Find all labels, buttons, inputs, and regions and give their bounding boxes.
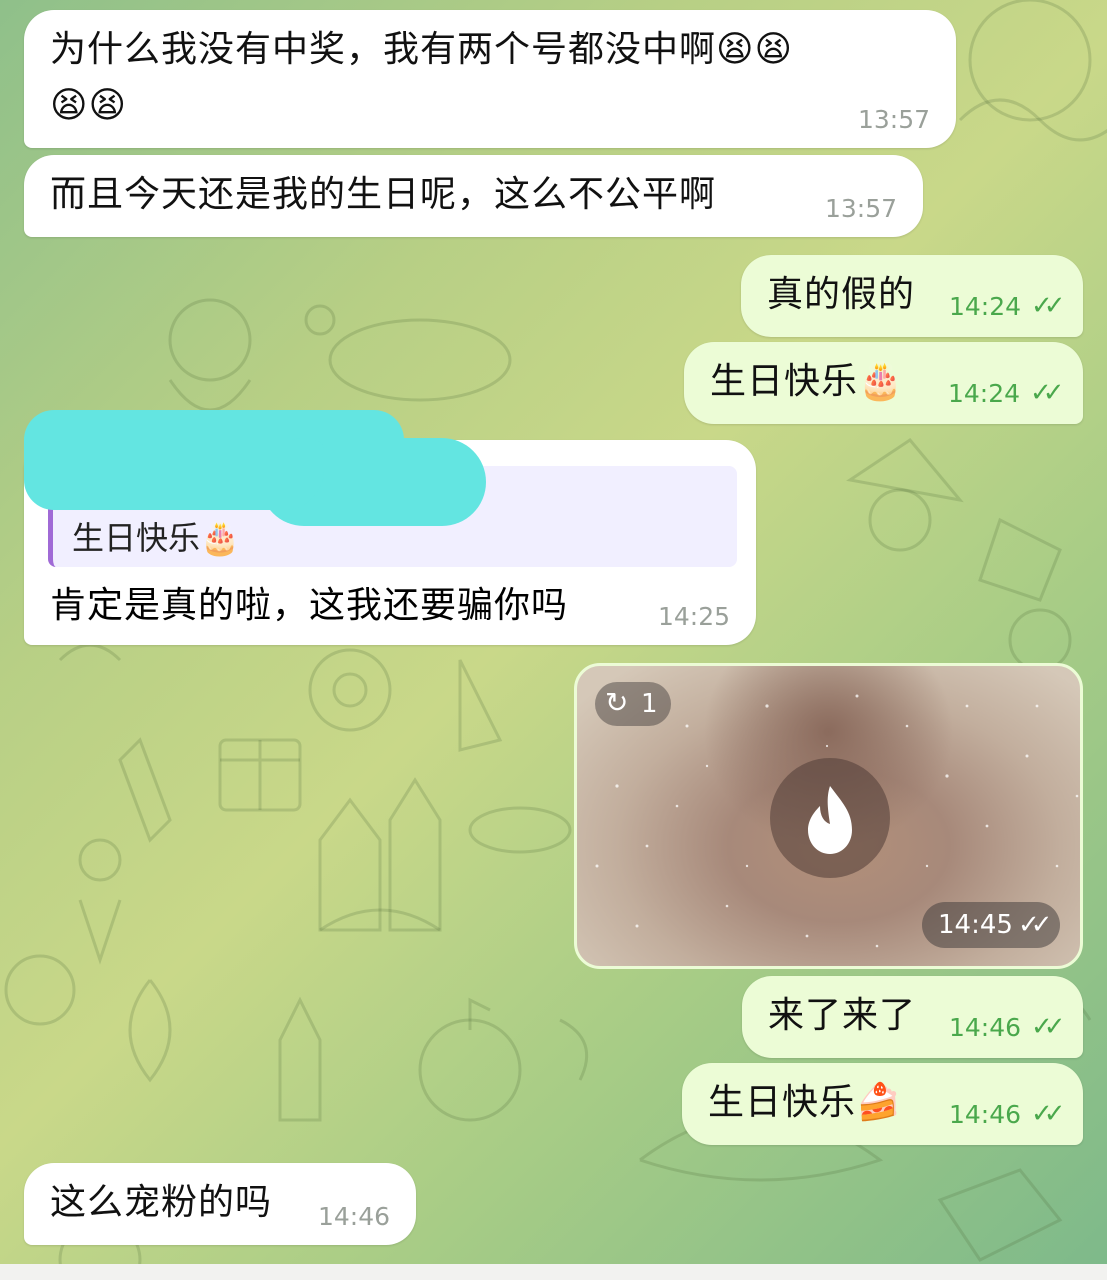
outgoing-message[interactable]: 来了来了 14:46 ✓✓ xyxy=(742,976,1083,1058)
incoming-message[interactable]: 为什么我没有中奖，我有两个号都没中啊😫😫 😫😫 13:57 xyxy=(24,10,956,148)
message-time: 14:46 xyxy=(949,1100,1022,1129)
bottom-edge xyxy=(0,1264,1107,1280)
message-text: 真的假的 xyxy=(767,274,916,315)
play-button[interactable] xyxy=(770,758,890,878)
double-check-icon: ✓✓ xyxy=(1031,291,1065,321)
replay-icon: ↻ xyxy=(605,686,629,719)
message-time: 14:24 xyxy=(949,292,1022,321)
message-text: 肯定是真的啦，这我还要骗你吗 xyxy=(50,585,569,626)
message-text: 而且今天还是我的生日呢，这么不公平啊 xyxy=(50,174,717,215)
message-time: 13:57 xyxy=(857,105,930,134)
fire-icon xyxy=(808,786,852,854)
reply-quote-text: 生日快乐🎂 xyxy=(72,519,240,557)
message-text: 这么宠粉的吗 xyxy=(50,1182,273,1223)
incoming-message[interactable]: 而且今天还是我的生日呢，这么不公平啊 13:57 xyxy=(24,155,923,237)
redacted-sender-name xyxy=(24,440,324,510)
video-message[interactable]: ↻ 1 14:45 ✓✓ xyxy=(574,663,1083,969)
message-time: 13:57 xyxy=(824,194,897,223)
double-check-icon: ✓✓ xyxy=(1030,378,1064,408)
message-time: 14:25 xyxy=(657,602,730,631)
message-text: 😫😫 xyxy=(50,85,128,126)
outgoing-message[interactable]: 真的假的 14:24 ✓✓ xyxy=(741,255,1083,337)
double-check-icon: ✓✓ xyxy=(1018,910,1052,940)
double-check-icon: ✓✓ xyxy=(1031,1012,1065,1042)
outgoing-message[interactable]: 生日快乐🍰 14:46 ✓✓ xyxy=(682,1063,1083,1145)
message-text: 来了来了 xyxy=(768,995,917,1036)
video-timestamp: 14:45 ✓✓ xyxy=(922,902,1060,948)
double-check-icon: ✓✓ xyxy=(1031,1099,1065,1129)
replay-badge[interactable]: ↻ 1 xyxy=(595,682,671,726)
message-text: 生日快乐🍰 xyxy=(708,1082,902,1123)
message-time: 14:46 xyxy=(949,1013,1022,1042)
message-time: 14:24 xyxy=(948,379,1021,408)
incoming-message[interactable]: 这么宠粉的吗 14:46 xyxy=(24,1163,416,1245)
replay-count: 1 xyxy=(641,689,658,719)
message-text: 为什么我没有中奖，我有两个号都没中啊😫😫 xyxy=(50,29,794,70)
outgoing-message[interactable]: 生日快乐🎂 14:24 ✓✓ xyxy=(684,342,1083,424)
message-time: 14:46 xyxy=(317,1202,390,1231)
message-text: 生日快乐🎂 xyxy=(710,361,904,402)
message-time: 14:45 xyxy=(938,910,1013,940)
